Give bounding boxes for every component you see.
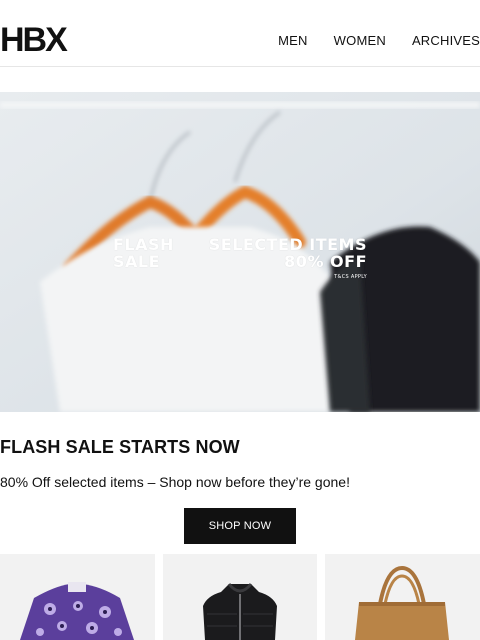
offer-line-2: 80% OFF — [284, 252, 367, 271]
shop-now-button[interactable]: SHOP NOW — [184, 508, 296, 544]
nav-item-archives[interactable]: ARCHIVES — [412, 33, 480, 48]
product-card[interactable] — [0, 554, 155, 640]
hbx-logo[interactable]: HBX — [0, 23, 68, 57]
black-vest-image — [203, 583, 277, 640]
product-card[interactable] — [325, 554, 480, 640]
product-strip — [0, 554, 480, 640]
flash-line-2: SALE — [113, 252, 161, 271]
purple-print-shirt-image — [20, 582, 134, 640]
nav-item-women[interactable]: WOMEN — [334, 33, 386, 48]
offer-graphic-text: SELECTED ITEMS 80% OFF — [202, 236, 367, 270]
offer-line-1: SELECTED ITEMS — [208, 235, 367, 254]
main-nav: MEN WOMEN ARCHIVES — [278, 33, 480, 48]
promo-headline: FLASH SALE STARTS NOW — [0, 437, 240, 457]
tan-tote-bag-image — [355, 565, 449, 640]
site-header: HBX MEN WOMEN ARCHIVES — [0, 0, 480, 67]
product-card[interactable] — [163, 554, 317, 640]
flash-sale-graphic-text: FLASH SALE — [113, 236, 174, 270]
flash-line-1: FLASH — [113, 235, 174, 254]
terms-note: T&CS APPLY — [334, 274, 367, 280]
nav-item-men[interactable]: MEN — [278, 33, 308, 48]
hero-banner[interactable]: FLASH SALE SELECTED ITEMS 80% OFF T&CS A… — [0, 92, 480, 412]
promo-subline: 80% Off selected items – Shop now before… — [0, 474, 350, 490]
